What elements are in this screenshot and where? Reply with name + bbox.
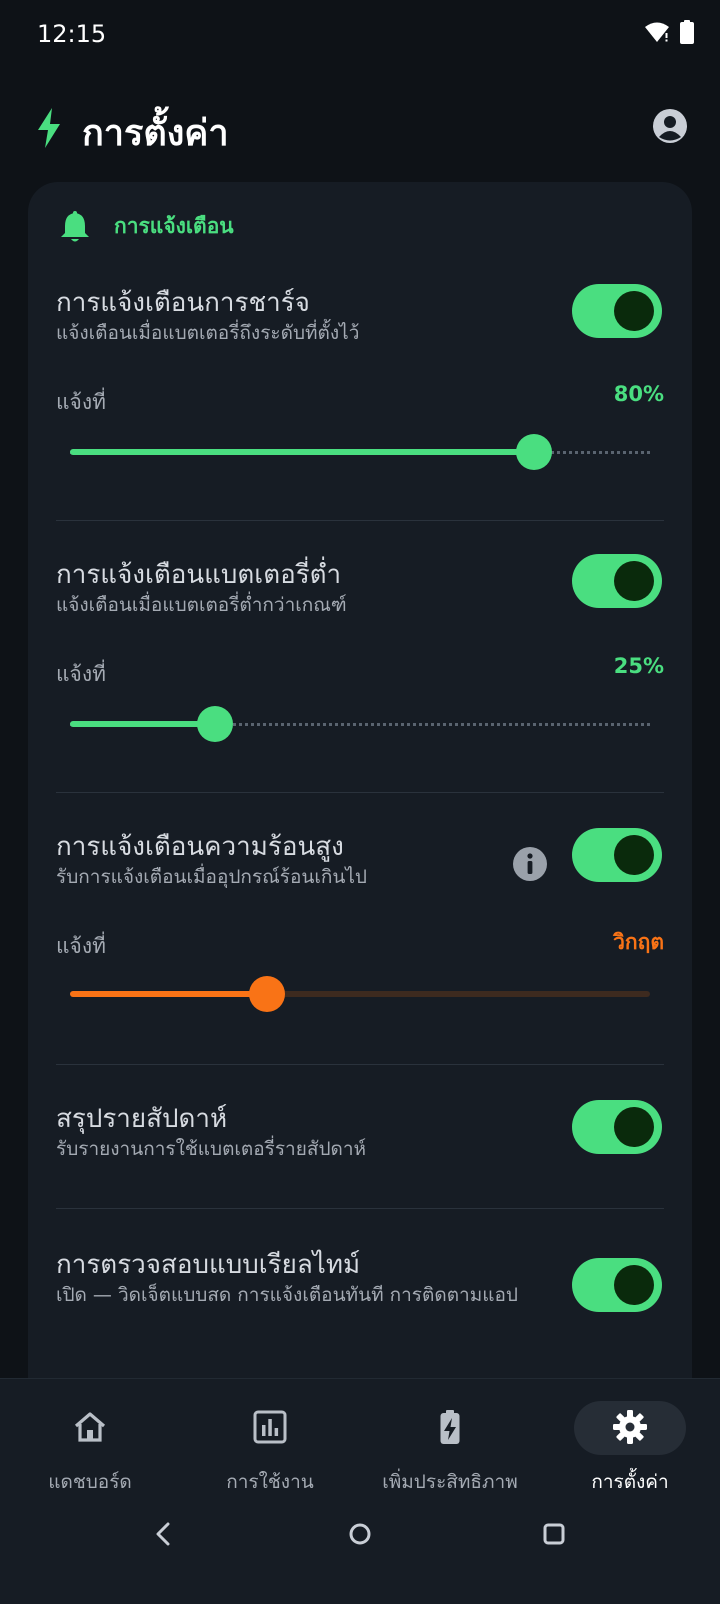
low-battery-alert-subtitle: แจ้งเตือนเมื่อแบตเตอรี่ต่ำกว่าเกณฑ์ xyxy=(56,594,347,616)
wifi-icon xyxy=(645,22,669,42)
divider xyxy=(56,1064,664,1065)
app-header: การตั้งค่า xyxy=(0,90,720,170)
toggle-knob xyxy=(614,835,654,875)
nav-label-settings: การตั้งค่า xyxy=(591,1471,669,1493)
realtime-monitoring-subtitle: เปิด — วิดเจ็ตแบบสด การแจ้งเตือนทันที กา… xyxy=(56,1284,518,1306)
heat-alert-toggle[interactable] xyxy=(572,828,662,882)
slider-thumb[interactable] xyxy=(516,434,552,470)
low-battery-slider[interactable] xyxy=(70,704,650,744)
nav-item-settings[interactable]: การตั้งค่า xyxy=(540,1379,720,1499)
charge-alert-toggle[interactable] xyxy=(572,284,662,338)
heat-alert-at-label: แจ้งที่ xyxy=(56,934,106,958)
charge-alert-slider[interactable] xyxy=(70,432,650,472)
bar-chart-icon xyxy=(253,1410,287,1444)
system-navigation-bar xyxy=(0,1498,720,1604)
battery-icon xyxy=(680,20,694,44)
battery-bolt-icon xyxy=(440,1410,460,1444)
bottom-navigation: แดชบอร์ด การใช้งาน เพิ่มประสิทธิภาพ การต… xyxy=(0,1378,720,1499)
low-battery-at-label: แจ้งที่ xyxy=(56,662,106,686)
nav-label-usage: การใช้งาน xyxy=(226,1471,314,1493)
charge-alert-value: 80% xyxy=(613,382,664,406)
slider-thumb[interactable] xyxy=(249,976,286,1012)
nav-label-optimize: เพิ่มประสิทธิภาพ xyxy=(382,1471,518,1493)
section-header: การแจ้งเตือน xyxy=(60,210,234,243)
nav-item-usage[interactable]: การใช้งาน xyxy=(180,1379,360,1499)
status-time: 12:15 xyxy=(37,20,107,48)
heat-alert-value: วิกฤต xyxy=(613,930,664,954)
toggle-knob xyxy=(614,291,654,331)
heat-alert-subtitle: รับการแจ้งเตือนเมื่ออุปกรณ์ร้อนเกินไป xyxy=(56,866,367,888)
low-battery-alert-title: การแจ้งเตือนแบตเตอรี่ต่ำ xyxy=(56,560,342,590)
charge-alert-title: การแจ้งเตือนการชาร์จ xyxy=(56,288,310,318)
home-icon xyxy=(74,1412,106,1442)
gear-icon xyxy=(613,1410,647,1444)
divider xyxy=(56,1208,664,1209)
weekly-summary-title: สรุปรายสัปดาห์ xyxy=(56,1104,228,1134)
section-title: การแจ้งเตือน xyxy=(114,214,234,238)
nav-item-optimize[interactable]: เพิ่มประสิทธิภาพ xyxy=(360,1379,540,1499)
low-battery-alert-toggle[interactable] xyxy=(572,554,662,608)
nav-item-dashboard[interactable]: แดชบอร์ด xyxy=(0,1379,180,1499)
slider-thumb[interactable] xyxy=(197,706,233,742)
home-circle-icon[interactable] xyxy=(348,1522,372,1546)
slider-fill xyxy=(70,991,268,997)
realtime-monitoring-title: การตรวจสอบแบบเรียลไทม์ xyxy=(56,1250,361,1280)
info-icon[interactable] xyxy=(512,846,548,882)
notification-settings-card: การแจ้งเตือน การแจ้งเตือนการชาร์จ แจ้งเต… xyxy=(28,182,692,1412)
heat-alert-slider[interactable] xyxy=(70,974,650,1014)
weekly-summary-toggle[interactable] xyxy=(572,1100,662,1154)
bell-icon xyxy=(61,210,89,241)
divider xyxy=(56,792,664,793)
heat-alert-title: การแจ้งเตือนความร้อนสูง xyxy=(56,832,344,862)
realtime-monitoring-toggle[interactable] xyxy=(572,1258,662,1312)
bolt-icon xyxy=(38,108,60,148)
recents-icon[interactable] xyxy=(542,1522,566,1546)
charge-alert-at-label: แจ้งที่ xyxy=(56,390,106,414)
weekly-summary-subtitle: รับรายงานการใช้แบตเตอรี่รายสัปดาห์ xyxy=(56,1138,367,1160)
toggle-knob xyxy=(614,561,654,601)
divider xyxy=(56,520,664,521)
slider-fill xyxy=(70,721,215,727)
status-icons xyxy=(644,20,694,44)
toggle-knob xyxy=(614,1107,654,1147)
status-bar: 12:15 xyxy=(0,0,720,70)
toggle-knob xyxy=(614,1265,654,1305)
low-battery-value: 25% xyxy=(613,654,664,678)
nav-label-dashboard: แดชบอร์ด xyxy=(48,1471,132,1493)
charge-alert-subtitle: แจ้งเตือนเมื่อแบตเตอรี่ถึงระดับที่ตั้งไว… xyxy=(56,322,360,344)
back-icon[interactable] xyxy=(152,1520,176,1548)
page-title: การตั้งค่า xyxy=(82,113,229,154)
slider-fill xyxy=(70,449,534,455)
profile-icon[interactable] xyxy=(652,108,688,144)
